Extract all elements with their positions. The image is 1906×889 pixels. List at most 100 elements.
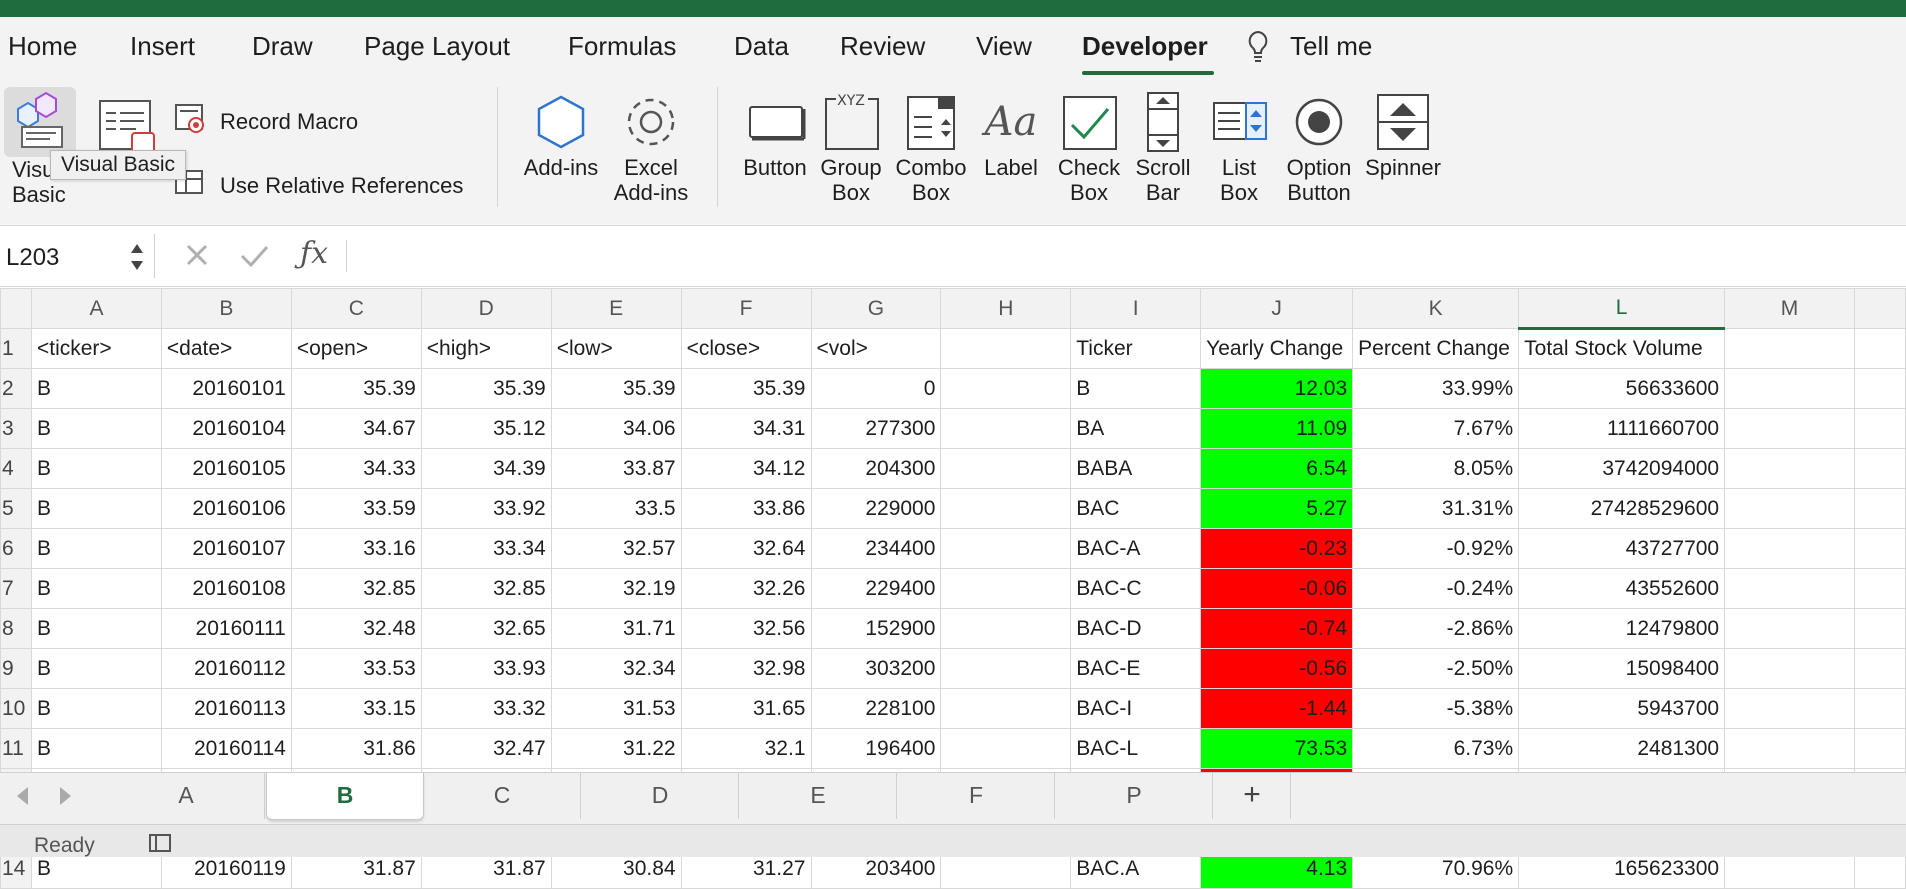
cell-b3[interactable]: 20160104 xyxy=(160,408,292,449)
column-header[interactable] xyxy=(1853,288,1906,329)
cell-l10[interactable]: 5943700 xyxy=(1518,688,1726,729)
cell-g9[interactable]: 303200 xyxy=(810,648,942,689)
cell-l8[interactable]: 12479800 xyxy=(1518,608,1726,649)
cell-k9[interactable]: -2.50% xyxy=(1352,648,1520,689)
cell-b2[interactable]: 20160101 xyxy=(160,368,292,409)
cell-i10[interactable]: BAC-I xyxy=(1070,688,1202,729)
cell-i1[interactable]: Ticker xyxy=(1070,328,1202,369)
cell-h9[interactable] xyxy=(940,648,1072,689)
column-header[interactable]: M xyxy=(1724,288,1855,329)
cell-e3[interactable]: 34.06 xyxy=(550,408,682,449)
cell-g1[interactable]: <vol> xyxy=(810,328,942,369)
cell-a8[interactable]: B xyxy=(30,608,162,649)
cell-k7[interactable]: -0.24% xyxy=(1352,568,1520,609)
cell-empty[interactable] xyxy=(1853,728,1906,769)
row-header[interactable]: 7 xyxy=(0,568,32,609)
cell-h11[interactable] xyxy=(940,728,1072,769)
label-control[interactable]: Aa Label xyxy=(974,89,1048,180)
cell-f7[interactable]: 32.26 xyxy=(680,568,812,609)
cell-k10[interactable]: -5.38% xyxy=(1352,688,1520,729)
cell-c6[interactable]: 33.16 xyxy=(290,528,422,569)
cell-j11[interactable]: 73.53 xyxy=(1200,728,1354,769)
visual-basic-button[interactable]: Visu Basic xyxy=(4,87,76,207)
cell-i11[interactable]: BAC-L xyxy=(1070,728,1202,769)
row-header[interactable]: 4 xyxy=(0,448,32,489)
cell-e11[interactable]: 31.22 xyxy=(550,728,682,769)
cell-j2[interactable]: 12.03 xyxy=(1200,368,1354,409)
column-header[interactable]: I xyxy=(1070,288,1202,329)
cell-empty[interactable] xyxy=(1853,648,1906,689)
cell-j1[interactable]: Yearly Change xyxy=(1200,328,1354,369)
cell-c3[interactable]: 34.67 xyxy=(290,408,422,449)
cell-i4[interactable]: BABA xyxy=(1070,448,1202,489)
cell-h1[interactable] xyxy=(940,328,1072,369)
use-relative-references-button[interactable]: Use Relative References xyxy=(220,173,463,199)
check-box-control[interactable]: Check Box xyxy=(1052,89,1126,205)
cell-l11[interactable]: 2481300 xyxy=(1518,728,1726,769)
cell-f2[interactable]: 35.39 xyxy=(680,368,812,409)
cell-d10[interactable]: 33.32 xyxy=(420,688,552,729)
cell-j5[interactable]: 5.27 xyxy=(1200,488,1354,529)
cell-l2[interactable]: 56633600 xyxy=(1518,368,1726,409)
next-sheet-icon[interactable] xyxy=(56,785,74,812)
cell-b11[interactable]: 20160114 xyxy=(160,728,292,769)
cell-b10[interactable]: 20160113 xyxy=(160,688,292,729)
cell-d5[interactable]: 33.92 xyxy=(420,488,552,529)
macros-button[interactable] xyxy=(90,95,160,157)
enter-icon[interactable] xyxy=(238,240,270,275)
cell-h5[interactable] xyxy=(940,488,1072,529)
cell-i8[interactable]: BAC-D xyxy=(1070,608,1202,649)
cell-e6[interactable]: 32.57 xyxy=(550,528,682,569)
group-box-control[interactable]: XYZ Group Box xyxy=(814,89,888,205)
cell-g3[interactable]: 277300 xyxy=(810,408,942,449)
cell-l4[interactable]: 3742094000 xyxy=(1518,448,1726,489)
tab-developer[interactable]: Developer xyxy=(1082,31,1208,62)
cell-f1[interactable]: <close> xyxy=(680,328,812,369)
tab-insert[interactable]: Insert xyxy=(130,31,195,62)
cell-g4[interactable]: 204300 xyxy=(810,448,942,489)
cell-j3[interactable]: 11.09 xyxy=(1200,408,1354,449)
cell-l9[interactable]: 15098400 xyxy=(1518,648,1726,689)
row-header[interactable]: 2 xyxy=(0,368,32,409)
cell-e7[interactable]: 32.19 xyxy=(550,568,682,609)
cell-m5[interactable] xyxy=(1724,488,1855,529)
cell-f4[interactable]: 34.12 xyxy=(680,448,812,489)
cell-e8[interactable]: 31.71 xyxy=(550,608,682,649)
cell-k3[interactable]: 7.67% xyxy=(1352,408,1520,449)
cell-a7[interactable]: B xyxy=(30,568,162,609)
column-header[interactable]: A xyxy=(30,288,162,329)
cell-b7[interactable]: 20160108 xyxy=(160,568,292,609)
cell-d2[interactable]: 35.39 xyxy=(420,368,552,409)
cell-l7[interactable]: 43552600 xyxy=(1518,568,1726,609)
cell-empty[interactable] xyxy=(1853,488,1906,529)
cell-d8[interactable]: 32.65 xyxy=(420,608,552,649)
cell-c10[interactable]: 33.15 xyxy=(290,688,422,729)
row-header[interactable]: 10 xyxy=(0,688,32,729)
cell-m8[interactable] xyxy=(1724,608,1855,649)
name-box[interactable]: L203 xyxy=(0,234,155,278)
cell-g11[interactable]: 196400 xyxy=(810,728,942,769)
cell-d7[interactable]: 32.85 xyxy=(420,568,552,609)
record-macro-button[interactable]: Record Macro xyxy=(220,109,358,135)
cell-empty[interactable] xyxy=(1853,368,1906,409)
cell-b4[interactable]: 20160105 xyxy=(160,448,292,489)
cell-c11[interactable]: 31.86 xyxy=(290,728,422,769)
cell-g6[interactable]: 234400 xyxy=(810,528,942,569)
column-header[interactable]: J xyxy=(1200,288,1354,329)
sheet-tab-b[interactable]: B xyxy=(266,773,424,820)
cell-d1[interactable]: <high> xyxy=(420,328,552,369)
cell-m7[interactable] xyxy=(1724,568,1855,609)
prev-sheet-icon[interactable] xyxy=(14,785,32,812)
cell-c7[interactable]: 32.85 xyxy=(290,568,422,609)
cell-e9[interactable]: 32.34 xyxy=(550,648,682,689)
cell-d4[interactable]: 34.39 xyxy=(420,448,552,489)
column-header[interactable]: F xyxy=(680,288,812,329)
tab-formulas[interactable]: Formulas xyxy=(568,31,676,62)
row-header[interactable]: 11 xyxy=(0,728,32,769)
add-sheet-button[interactable]: + xyxy=(1214,773,1291,819)
cell-h6[interactable] xyxy=(940,528,1072,569)
cell-l1[interactable]: Total Stock Volume xyxy=(1518,328,1726,369)
column-header[interactable]: L xyxy=(1518,288,1726,330)
cell-c2[interactable]: 35.39 xyxy=(290,368,422,409)
spinner-control[interactable]: Spinner xyxy=(1362,89,1444,180)
